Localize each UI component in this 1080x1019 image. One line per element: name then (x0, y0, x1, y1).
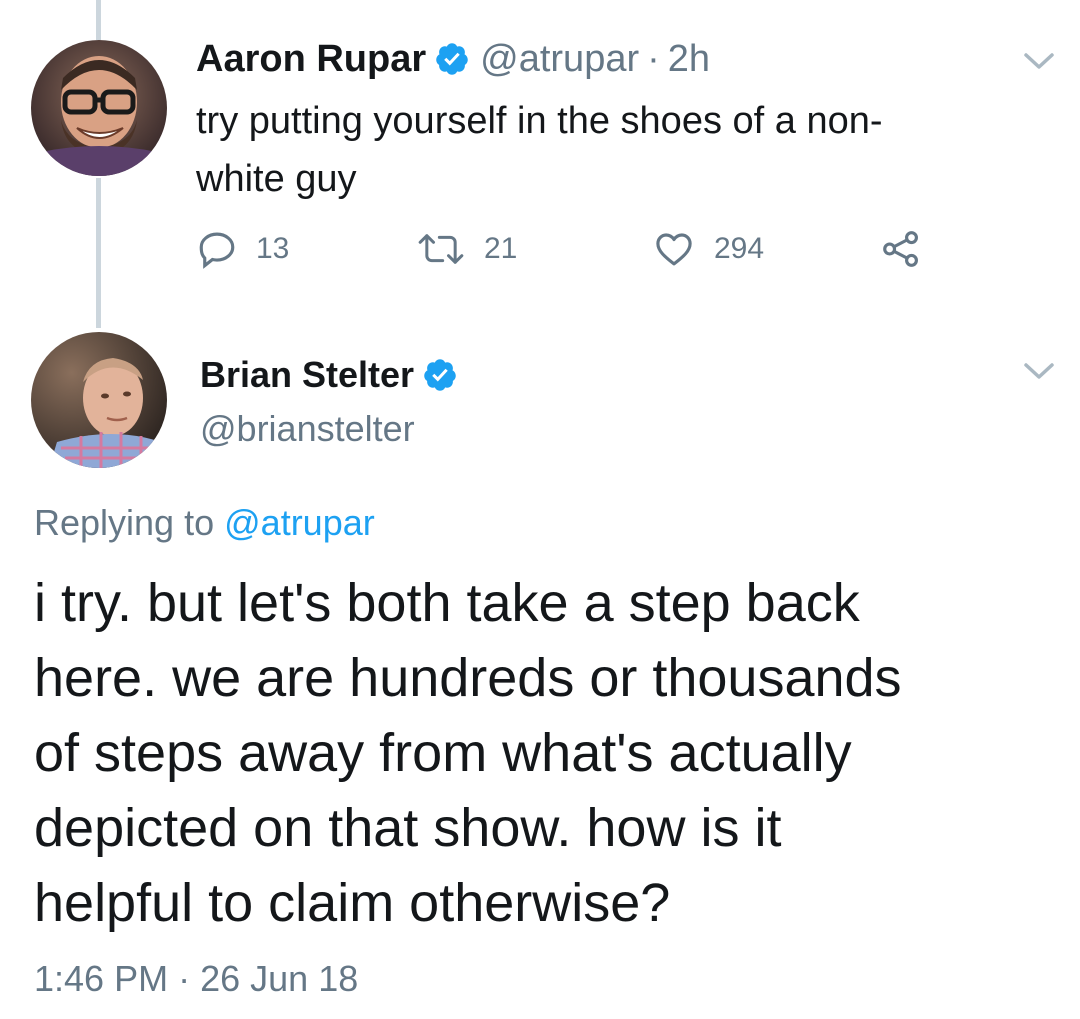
tweet-timestamp[interactable]: 1:46 PM · 26 Jun 18 (34, 958, 358, 1000)
avatar-brian-stelter[interactable] (31, 332, 167, 468)
chevron-down-icon[interactable] (1022, 360, 1056, 382)
like-button[interactable]: 294 (652, 224, 764, 274)
retweet-button[interactable]: 21 (416, 224, 517, 274)
verified-badge-icon (434, 41, 470, 77)
chevron-down-icon[interactable] (1022, 50, 1056, 72)
tweet2-header: Brian Stelter (200, 352, 458, 398)
timestamp-time: 1:46 PM (34, 958, 169, 999)
timestamp-separator: · (178, 958, 191, 999)
reply-count: 13 (256, 232, 290, 265)
replying-to: Replying to @atrupar (34, 502, 375, 544)
thread-connector-line (96, 178, 101, 328)
avatar-aaron-rupar[interactable] (31, 40, 167, 176)
handle[interactable]: @atrupar (480, 38, 639, 81)
display-name[interactable]: Brian Stelter (200, 354, 414, 396)
display-name[interactable]: Aaron Rupar (196, 38, 426, 81)
handle[interactable]: @brianstelter (200, 408, 415, 450)
share-icon (883, 231, 918, 267)
retweet-icon (418, 234, 464, 264)
timestamp-date: 26 Jun 18 (200, 958, 359, 999)
tweet-text: try putting yourself in the shoes of a n… (196, 92, 1036, 208)
tweet-text-line: i try. but let's both take a step back (34, 573, 860, 633)
tweet-text-line: white guy (196, 158, 357, 200)
tweet-text-line: of steps away from what's actually (34, 723, 852, 783)
reply-button[interactable]: 13 (196, 224, 289, 274)
tweet-text-line: try putting yourself in the shoes of a n… (196, 100, 883, 142)
replying-to-label: Replying to (34, 502, 215, 543)
thread-line-top (96, 0, 101, 40)
tweet1-header: Aaron Rupar @atrupar · 2h (196, 36, 710, 82)
retweet-count: 21 (484, 232, 518, 265)
heart-icon (656, 233, 692, 266)
tweet-text-line: helpful to claim otherwise? (34, 873, 671, 933)
tweet-text-line: here. we are hundreds or thousands (34, 648, 902, 708)
tweet-text: i try. but let's both take a step back h… (34, 566, 1054, 941)
relative-time[interactable]: 2h (668, 38, 710, 81)
reply-icon (199, 232, 235, 269)
like-count: 294 (714, 232, 765, 265)
separator-dot: · (647, 37, 660, 80)
share-button[interactable] (880, 224, 922, 274)
tweet-text-line: depicted on that show. how is it (34, 798, 782, 858)
replying-to-mention[interactable]: @atrupar (224, 502, 375, 543)
verified-badge-icon (422, 357, 458, 393)
